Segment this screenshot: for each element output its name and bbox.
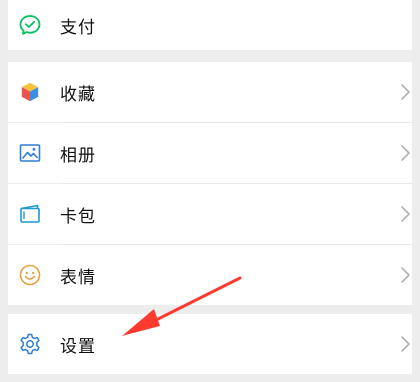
card-wallet-icon <box>18 202 42 226</box>
chevron-right-icon <box>400 205 412 223</box>
menu-item-settings[interactable]: 设置 <box>8 314 412 374</box>
chevron-right-icon <box>400 144 412 162</box>
menu-item-stickers[interactable]: 表情 <box>8 245 412 305</box>
chevron-right-icon <box>400 335 412 353</box>
chevron-right-icon <box>400 266 412 284</box>
menu-item-label: 支付 <box>60 17 96 38</box>
menu-item-card-wallet[interactable]: 卡包 <box>8 184 412 244</box>
menu-item-label: 表情 <box>60 267 96 288</box>
chevron-right-icon <box>400 83 412 101</box>
menu-item-label: 设置 <box>60 336 96 357</box>
stickers-icon <box>18 263 42 287</box>
menu-item-label: 相册 <box>60 145 96 166</box>
album-icon <box>18 141 42 165</box>
pay-icon <box>18 13 42 37</box>
menu-item-favorites[interactable]: 收藏 <box>8 62 412 122</box>
menu-item-label: 卡包 <box>60 206 96 227</box>
favorites-icon <box>18 80 42 104</box>
menu-item-album[interactable]: 相册 <box>8 123 412 183</box>
menu-item-pay[interactable]: 支付 <box>8 0 412 50</box>
menu-item-label: 收藏 <box>60 84 96 105</box>
settings-icon <box>18 332 42 356</box>
